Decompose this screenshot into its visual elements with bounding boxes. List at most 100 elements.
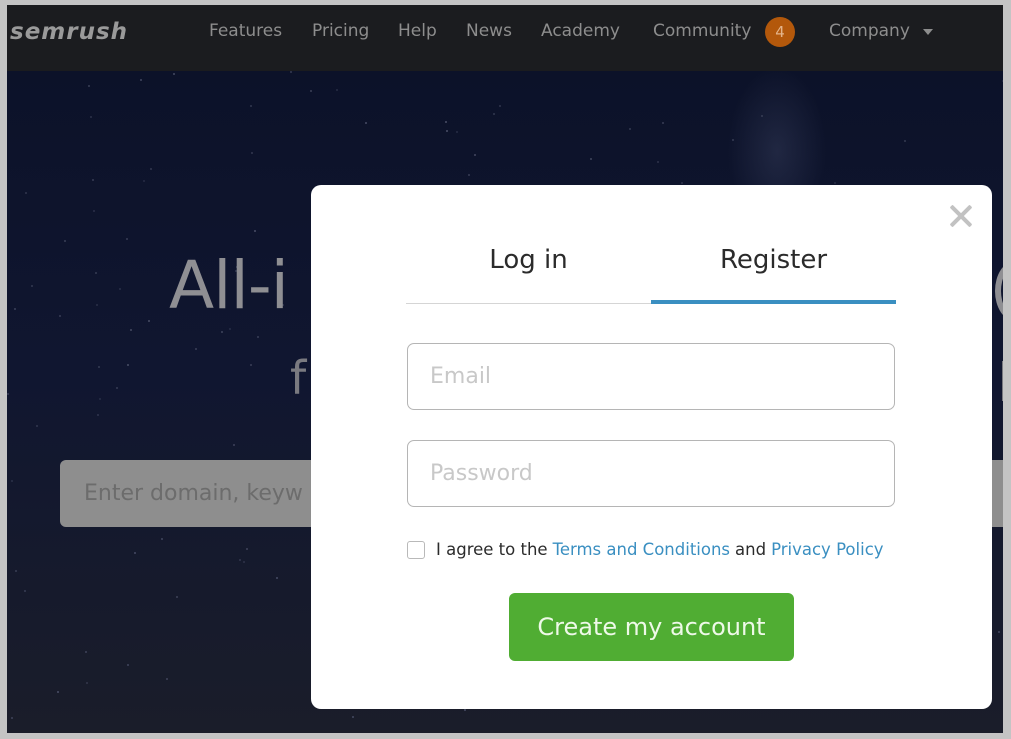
terms-link[interactable]: Terms and Conditions [553,540,730,559]
star-decoration [88,84,91,87]
star-decoration [628,127,631,130]
star-decoration [195,347,198,350]
star-decoration [493,113,496,116]
email-field[interactable] [407,343,895,410]
star-decoration [173,72,176,75]
star-decoration [130,328,133,331]
agree-checkbox[interactable] [407,540,425,559]
community-notification-badge: 4 [765,17,795,47]
star-decoration [732,139,735,142]
star-decoration [499,105,502,108]
star-decoration [58,314,61,317]
nav-item-features[interactable]: Features [209,21,282,41]
star-decoration [30,284,33,287]
password-field[interactable] [407,440,895,507]
nav-item-help[interactable]: Help [398,21,437,41]
star-decoration [126,664,129,667]
nav-item-pricing[interactable]: Pricing [312,21,369,41]
star-decoration [115,386,118,389]
star-decoration [903,140,906,143]
star-decoration [99,397,102,400]
star-decoration [63,240,66,243]
star-decoration [761,115,764,117]
terms-agreement: I agree to the Terms and Conditions and … [407,540,884,559]
semrush-logo[interactable]: semrush [10,19,128,45]
star-decoration [35,425,38,428]
star-decoration [133,551,136,554]
star-decoration [96,303,98,306]
star-decoration [467,174,470,177]
star-decoration [89,116,92,119]
star-decoration [56,690,59,693]
star-decoration [229,328,232,331]
star-decoration [119,287,122,290]
star-decoration [94,272,97,275]
nav-item-academy[interactable]: Academy [541,21,620,41]
star-decoration [1001,80,1003,83]
star-decoration [250,363,252,366]
star-decoration [474,153,477,156]
star-decoration [445,120,448,123]
close-icon[interactable] [946,201,976,231]
star-decoration [681,182,684,185]
star-decoration [127,364,130,367]
star-decoration [238,559,241,562]
hero-title-fragment [995,261,1003,321]
auth-tabs: Log in Register [406,233,896,304]
hero-subtitle: f [290,351,307,405]
star-decoration [455,130,458,133]
star-decoration [242,561,245,564]
star-decoration [150,168,153,171]
star-decoration [289,71,292,74]
star-decoration [256,336,259,339]
star-decoration [590,158,593,161]
register-modal: Log in Register I agree to the Terms and… [311,185,992,709]
star-decoration [352,716,355,719]
star-decoration [160,537,163,540]
star-decoration [97,413,100,416]
star-decoration [147,320,150,323]
star-decoration [23,589,26,592]
nav-item-news[interactable]: News [466,21,512,41]
top-navbar: semrush Features Pricing Help News Acade… [7,5,1003,71]
star-decoration [254,229,257,232]
star-decoration [85,651,88,654]
star-decoration [834,182,837,185]
star-decoration [276,576,279,579]
star-decoration [92,209,95,212]
star-decoration [661,121,664,124]
star-decoration [140,79,143,82]
star-decoration [309,90,312,93]
star-decoration [86,682,89,685]
privacy-link[interactable]: Privacy Policy [771,540,883,559]
tab-register[interactable]: Register [651,233,896,304]
star-decoration [165,678,168,681]
star-decoration [10,716,13,719]
star-decoration [446,130,449,133]
nav-item-company[interactable]: Company [829,21,910,41]
agree-text: I agree to the [436,540,548,559]
browser-viewport: All-i f semrush Features Pricing Help Ne… [7,5,1003,733]
star-decoration [246,547,249,550]
star-decoration [98,366,101,369]
create-account-button[interactable]: Create my account [509,593,794,661]
star-decoration [221,330,224,333]
star-decoration [997,630,1000,633]
star-decoration [15,570,18,573]
tab-log-in[interactable]: Log in [406,233,651,303]
star-decoration [125,238,128,241]
star-decoration [251,151,254,154]
hero-subtitle-fragment [1002,361,1003,401]
star-decoration [249,104,252,107]
chevron-down-icon[interactable] [923,29,933,35]
nav-item-community[interactable]: Community [653,21,751,41]
hero-title: All-i [169,247,289,324]
star-decoration [463,709,466,712]
star-decoration [364,121,367,124]
star-decoration [13,308,16,311]
agree-and-text: and [735,540,767,559]
star-decoration [143,179,146,182]
star-decoration [7,392,10,395]
star-decoration [25,191,28,194]
star-decoration [176,596,179,599]
